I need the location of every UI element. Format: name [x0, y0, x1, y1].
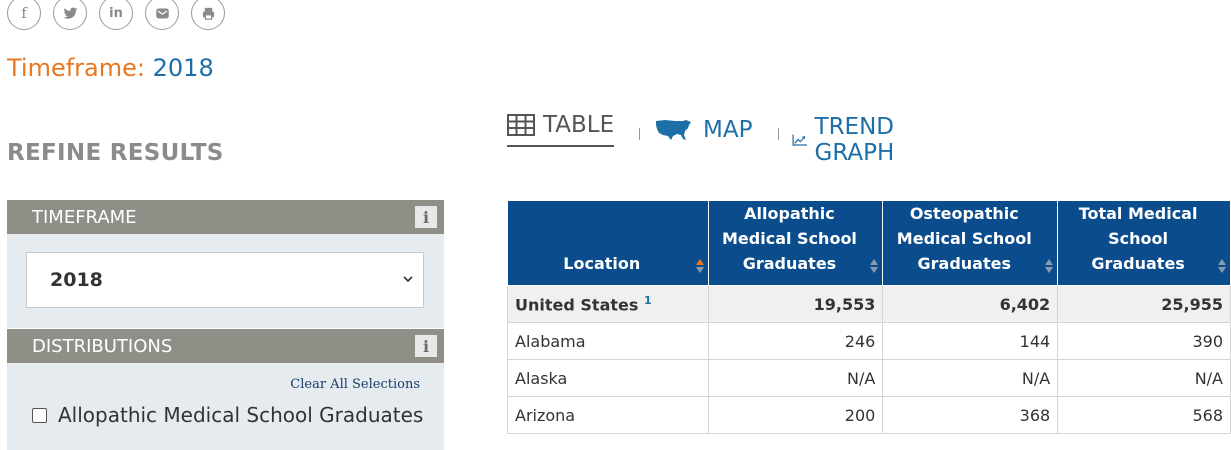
graduates-table: Location Allopathic Medical School Gradu… [507, 200, 1231, 434]
tab-divider [778, 128, 779, 140]
table-row: Alaska N/A N/A N/A [507, 359, 1231, 397]
print-button[interactable] [191, 0, 225, 30]
osteopathic-cell: 368 [882, 396, 1059, 434]
total-cell: 25,955 [1057, 285, 1231, 323]
facebook-share-button[interactable]: f [7, 0, 41, 30]
tab-table[interactable]: TABLE [507, 112, 615, 147]
column-header-osteopathic[interactable]: Osteopathic Medical School Graduates [882, 200, 1059, 286]
info-icon[interactable]: i [415, 206, 437, 228]
distributions-panel-title: DISTRIBUTIONS [32, 335, 173, 357]
us-map-icon [656, 120, 691, 140]
linkedin-share-button[interactable]: in [99, 0, 133, 30]
allopathic-cell: 19,553 [707, 285, 884, 323]
table-header-row: Location Allopathic Medical School Gradu… [507, 200, 1231, 286]
table-row: United States 1 19,553 6,402 25,955 [507, 285, 1231, 323]
location-cell: United States 1 [507, 285, 709, 323]
table-row: Alabama 246 144 390 [507, 322, 1231, 360]
location-cell: Alabama [507, 322, 709, 360]
sort-icon [1045, 259, 1054, 273]
table-icon [507, 114, 535, 136]
refine-results-title: REFINE RESULTS [7, 140, 224, 166]
location-cell: Arizona [507, 396, 709, 434]
timeframe-panel-title: TIMEFRAME [32, 206, 137, 228]
timeframe-panel-body: 2018 [7, 234, 444, 328]
twitter-share-button[interactable] [53, 0, 87, 30]
osteopathic-cell: N/A [882, 359, 1059, 397]
tab-table-label: TABLE [543, 112, 615, 138]
tab-trend-graph-label: TREND GRAPH [814, 114, 895, 166]
share-bar: f in [7, 0, 225, 30]
twitter-icon [63, 7, 77, 19]
tab-map-label: MAP [703, 117, 753, 143]
timeframe-panel-header: TIMEFRAME i [7, 200, 444, 234]
table-row: Arizona 200 368 568 [507, 396, 1231, 434]
timeframe-heading-label: Timeframe: [7, 54, 145, 82]
osteopathic-cell: 6,402 [882, 285, 1059, 323]
chevron-down-icon [403, 276, 413, 283]
allopathic-cell: 200 [707, 396, 884, 434]
info-icon[interactable]: i [415, 335, 437, 357]
column-header-location[interactable]: Location [507, 200, 709, 286]
footnote-link[interactable]: 1 [644, 294, 652, 307]
location-cell: Alaska [507, 359, 709, 397]
email-share-button[interactable] [145, 0, 179, 30]
clear-all-selections-link[interactable]: Clear All Selections [290, 377, 420, 392]
tab-map[interactable]: MAP [655, 117, 752, 143]
trend-graph-icon [792, 134, 807, 146]
timeframe-heading-value: 2018 [152, 54, 214, 82]
print-icon [202, 7, 214, 20]
distribution-option[interactable]: Allopathic Medical School Graduates [32, 403, 423, 427]
distributions-panel-header: DISTRIBUTIONS i [7, 329, 444, 363]
total-cell: 390 [1057, 322, 1231, 360]
tab-trend-graph[interactable]: TREND GRAPH [792, 114, 907, 166]
linkedin-icon: in [109, 5, 123, 21]
osteopathic-cell: 144 [882, 322, 1059, 360]
tab-divider [639, 128, 640, 140]
distributions-panel-body: Clear All Selections Allopathic Medical … [7, 363, 444, 450]
distribution-option-label: Allopathic Medical School Graduates [58, 403, 424, 427]
total-cell: 568 [1057, 396, 1231, 434]
checkbox[interactable] [32, 407, 47, 423]
sort-icon [695, 259, 704, 273]
email-icon [155, 8, 169, 18]
timeframe-select-value: 2018 [50, 269, 103, 291]
allopathic-cell: N/A [707, 359, 884, 397]
sort-icon [870, 259, 879, 273]
allopathic-cell: 246 [707, 322, 884, 360]
column-header-allopathic[interactable]: Allopathic Medical School Graduates [707, 200, 884, 286]
timeframe-select[interactable]: 2018 [26, 252, 424, 308]
facebook-icon: f [21, 4, 27, 22]
column-header-total[interactable]: Total Medical School Graduates [1057, 200, 1231, 286]
timeframe-heading: Timeframe: 2018 [7, 54, 214, 82]
total-cell: N/A [1057, 359, 1231, 397]
sort-icon [1218, 259, 1226, 273]
